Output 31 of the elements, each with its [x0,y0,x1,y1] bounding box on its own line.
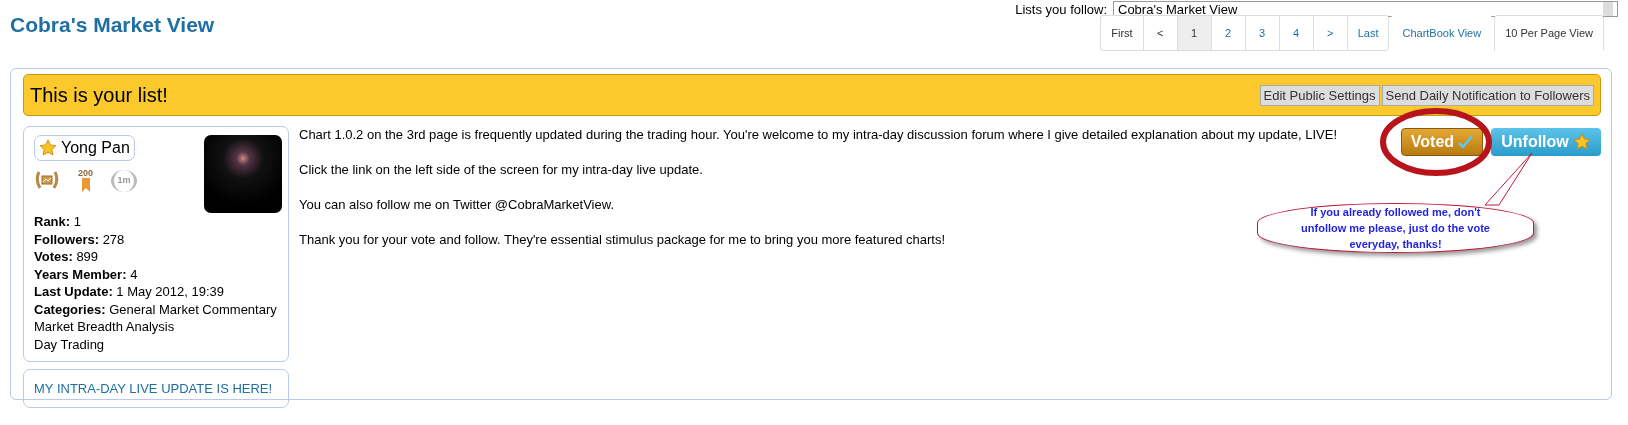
list-selector-label: Lists you follow: [1015,1,1107,17]
pagination-button[interactable]: Last [1346,15,1390,51]
profile-stat: Followers: 278 [34,230,126,248]
profile-stat: Last Update: 1 May 2012, 19:39 [34,283,226,301]
profile-stat: Rank: 1 [34,213,82,231]
pagination-button[interactable]: First [1100,15,1143,51]
pagination-button[interactable]: > [1312,15,1347,51]
live-update-link[interactable]: MY INTRA-DAY LIVE UPDATE IS HERE! [23,369,289,408]
star-icon [39,139,57,157]
page-title: Cobra's Market View [10,13,215,38]
pagination-button[interactable]: 4 [1278,15,1313,51]
description-paragraph: Click the link on the left side of the screen for my intra-day live update. [299,161,703,178]
profile-categories: Categories: General Market Commentary Market Breadth Analysis Day Trading [34,300,278,353]
profile-stat: Years Member: 4 [34,265,139,283]
check-icon [1457,134,1474,150]
pagination-button[interactable]: 2 [1210,15,1245,51]
view-tab[interactable]: 10 Per Page View [1494,15,1604,51]
pagination-button[interactable]: 3 [1244,15,1279,51]
banner-button[interactable]: Send Daily Notification to Followers [1381,84,1594,106]
banner-title: This is your list! [30,83,168,107]
laurel-badge: 1m [111,169,138,192]
profile-stat: Votes: 899 [34,248,100,266]
description-paragraph: Chart 1.0.2 on the 3rd page is frequently updated during the trading hour. You're welcome to my intra-day discussion forum where I give detailed explanation about my update, LIVE! [299,126,1338,143]
ribbon-badge: 200 [78,168,94,192]
description-paragraph: Thank you for your vote and follow. They're essential stimulus package for me to bring you more featured charts! [299,231,946,248]
description-paragraph: You can also follow me on Twitter @CobraMarketView. [299,196,614,213]
pagination-button[interactable]: 1 [1176,15,1211,51]
banner-button[interactable]: Edit Public Settings [1259,84,1380,106]
profile-name: Yong Pan [61,139,130,157]
pagination-button[interactable]: < [1142,15,1177,51]
star-icon [1572,133,1591,151]
